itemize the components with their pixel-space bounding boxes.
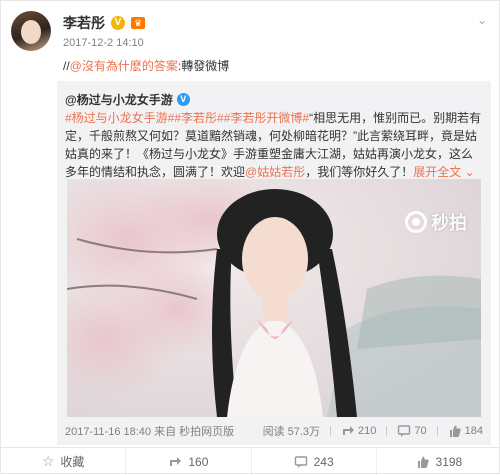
repost-button[interactable]: 160	[126, 448, 252, 475]
repost-text: //@沒有為什麽的答案:轉發微博	[63, 59, 230, 73]
video-thumbnail[interactable]: 秒拍	[67, 179, 481, 417]
quoted-author-link[interactable]: @杨过与小龙女手游	[65, 91, 173, 108]
share-icon	[343, 426, 355, 435]
member-level-icon[interactable]: ♛	[131, 17, 145, 29]
post-time[interactable]: 2017-12-2 14:10	[63, 37, 144, 49]
author-name[interactable]: 李若彤	[63, 13, 105, 33]
like-button[interactable]: 3198	[377, 448, 500, 475]
action-bar: ☆ 收藏 160 243 3198	[1, 447, 500, 475]
comment-icon	[398, 425, 411, 437]
thumbs-up-icon	[449, 425, 461, 437]
miaopai-watermark: 秒拍	[405, 209, 467, 235]
verified-icon: V	[111, 16, 125, 30]
divider	[386, 426, 388, 436]
divider	[436, 426, 438, 436]
hashtag-link[interactable]: #李若彤开微博#	[224, 111, 309, 125]
hashtag-link[interactable]: #李若彤#	[174, 111, 223, 125]
star-icon: ☆	[41, 453, 55, 469]
mention-link[interactable]: @姑姑若彤	[245, 165, 305, 179]
comment-button[interactable]: 243	[252, 448, 377, 475]
weibo-card: 李若彤 V ♛ ⌄ 2017-12-2 14:10 //@沒有為什麽的答案:轉發…	[0, 0, 500, 475]
avatar[interactable]	[11, 11, 51, 51]
quoted-author: @杨过与小龙女手游 V	[65, 91, 190, 108]
quoted-text: #杨过与小龙女手游##李若彤##李若彤开微博#“相思无用，惟别而已。别期若有定，…	[65, 111, 482, 179]
chevron-down-icon: ⌄	[461, 165, 475, 179]
quoted-stats: 阅读 57.3万 210 70 184	[263, 423, 483, 439]
hashtag-link[interactable]: #杨过与小龙女手游#	[65, 111, 174, 125]
miaopai-logo-icon	[405, 211, 427, 233]
favorite-button[interactable]: ☆ 收藏	[1, 448, 127, 475]
quoted-post: @杨过与小龙女手游 V #杨过与小龙女手游##李若彤##李若彤开微博#“相思无用…	[57, 81, 491, 445]
share-icon	[170, 456, 182, 466]
expand-full-text-link[interactable]: 展开全文 ⌄	[413, 165, 474, 179]
quoted-footer: 2017-11-16 18:40 来自 秒拍网页版 阅读 57.3万 210 7…	[65, 423, 483, 439]
quoted-date-source[interactable]: 2017-11-16 18:40 来自 秒拍网页版	[65, 423, 234, 439]
author-row: 李若彤 V ♛	[63, 13, 145, 33]
divider	[330, 426, 332, 436]
quoted-like-button[interactable]: 184	[448, 424, 483, 438]
comment-icon	[294, 455, 307, 468]
chevron-down-icon[interactable]: ⌄	[477, 13, 487, 27]
quoted-share-button[interactable]: 210	[341, 424, 376, 438]
quoted-comment-button[interactable]: 70	[397, 424, 427, 438]
view-count: 阅读 57.3万	[262, 426, 321, 438]
mention-link[interactable]: @沒有為什麽的答案	[70, 59, 178, 73]
verified-blue-icon: V	[176, 93, 190, 106]
thumbs-up-icon	[417, 456, 429, 468]
